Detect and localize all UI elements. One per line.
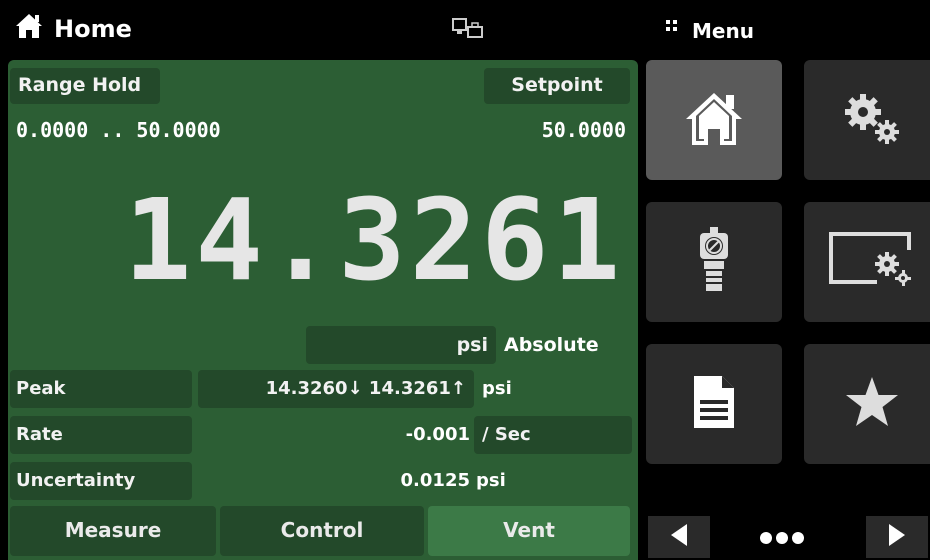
page-title: Home [54,15,132,43]
settings-gears-icon [837,88,907,152]
menu-header[interactable]: Menu [666,18,754,43]
document-tile[interactable] [646,344,782,464]
sensor-tile[interactable] [646,202,782,322]
uncertainty-unit: psi [476,470,506,491]
setpoint-value[interactable]: 50.0000 [440,118,626,142]
prev-page-button[interactable] [648,516,710,558]
uncertainty-value: 0.0125 [400,470,470,491]
settings-tile[interactable] [804,60,930,180]
sensor-icon [694,225,734,299]
document-icon [692,374,736,434]
peak-unit: psi [482,378,512,399]
rate-unit[interactable]: / Sec [474,416,632,454]
peak-value: 14.3260↓ 14.3261↑ [198,370,474,408]
page-dots-icon [748,526,828,554]
menu-label: Menu [692,18,754,43]
peak-label[interactable]: Peak [10,370,192,408]
tab-control[interactable]: Control [220,506,424,556]
pressure-reading: 14.3261 [123,176,624,306]
tab-measure[interactable]: Measure [10,506,216,556]
rate-label[interactable]: Rate [10,416,192,454]
pressure-mode[interactable]: Absolute [504,334,599,356]
favorites-tile[interactable] [804,344,930,464]
rate-value: -0.001 [405,424,470,445]
menu-dots-icon [666,18,678,43]
unit-selector[interactable]: psi [306,326,496,364]
home-icon [682,89,746,151]
home-title: Home [14,12,132,46]
next-page-button[interactable] [866,516,928,558]
tab-vent[interactable]: Vent [428,506,630,556]
network-icon [452,18,484,44]
home-tile[interactable] [646,60,782,180]
star-icon [844,375,900,433]
display-settings-tile[interactable] [804,202,930,322]
right-arrow-icon [887,522,907,552]
uncertainty-label[interactable]: Uncertainty [10,462,192,500]
range-value: 0.0000 .. 50.0000 [16,118,221,142]
display-settings-icon [827,230,917,294]
left-arrow-icon [669,522,689,552]
range-hold-button[interactable]: Range Hold [10,68,160,104]
setpoint-button[interactable]: Setpoint [484,68,630,104]
home-icon [14,12,44,46]
